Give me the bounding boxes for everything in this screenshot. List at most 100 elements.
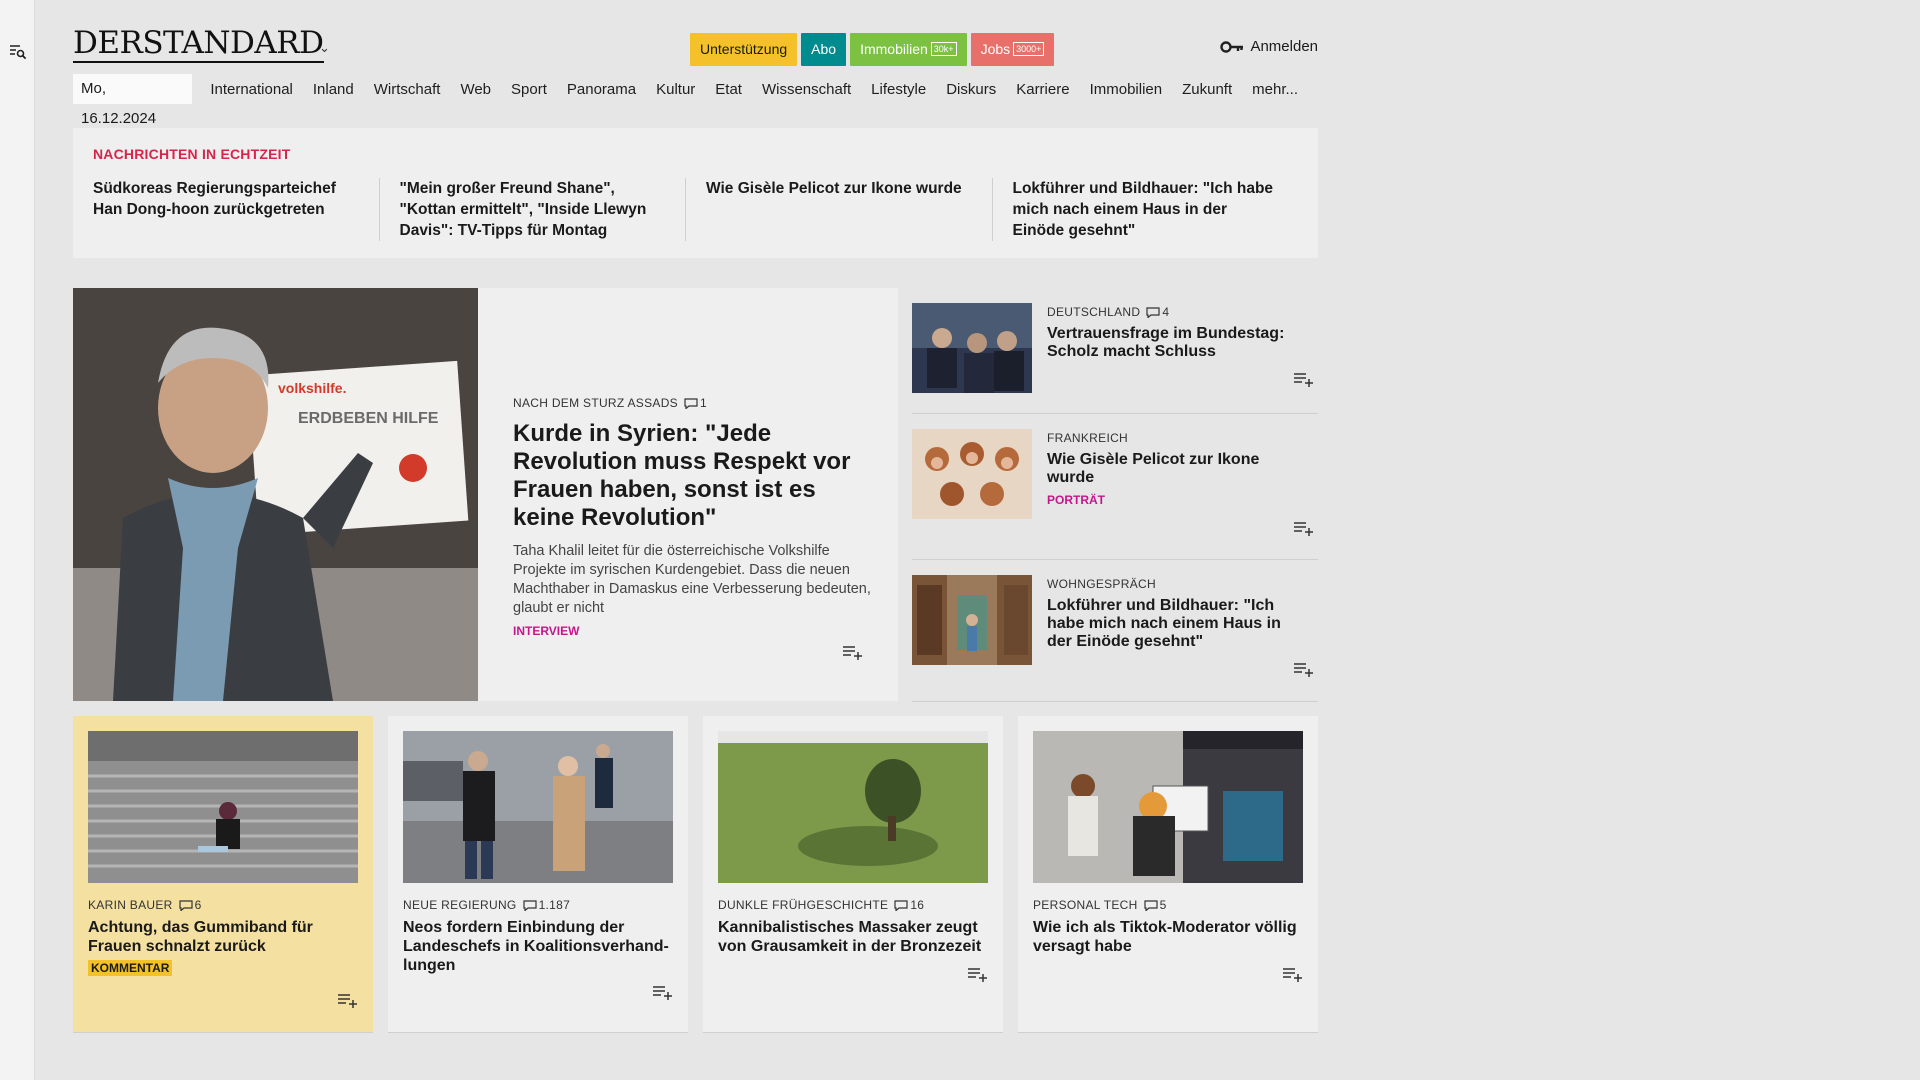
card-kicker: KARIN BAUER 6 [88, 898, 358, 912]
immobilien-button[interactable]: Immobilien 30k+ [850, 33, 967, 66]
current-date: Mo, 16.12.2024 [73, 74, 193, 127]
side-article[interactable]: FRANKREICH Wie Gisèle Pelicot zur Ikone … [912, 414, 1318, 560]
hero-kicker: NACH DEM STURZ ASSADS 1 [513, 396, 873, 410]
side-article[interactable]: DEUTSCHLAND 4 Vertrauensfrage im Bundest… [912, 288, 1318, 414]
article-image[interactable] [88, 731, 358, 883]
article-thumbnail[interactable] [912, 303, 1032, 393]
card-tag: KOMMENTAR [88, 960, 173, 976]
card-kicker-label: DUNKLE FRÜHGESCHICHTE [718, 898, 889, 912]
card-title[interactable]: Wie ich als Tiktok-Moderator völlig vers… [1033, 918, 1303, 956]
comment-count-value: 1.187 [538, 898, 571, 912]
hero-text: NACH DEM STURZ ASSADS 1 Kurde in Syrien:… [513, 396, 873, 638]
support-button[interactable]: Unterstützung [690, 33, 798, 66]
nav-item-wissenschaft[interactable]: Wissenschaft [762, 81, 851, 98]
nav-item-karriere[interactable]: Karriere [1016, 81, 1069, 98]
nav-item-international[interactable]: International [210, 81, 293, 98]
card-text: NEUE REGIERUNG 1.187 Neos fordern Einbin… [403, 898, 673, 975]
article-thumbnail[interactable] [912, 429, 1032, 519]
comment-count[interactable]: 1 [684, 396, 707, 410]
comment-count-value: 6 [194, 898, 202, 912]
nav-item-lifestyle[interactable]: Lifestyle [871, 81, 926, 98]
card-title[interactable]: Achtung, das Gummiband für Frauen schnal… [88, 918, 358, 956]
article-image[interactable] [1033, 731, 1303, 883]
site-header: DERSTANDARD ⌄ Unterstützung Abo Immobili… [73, 0, 1318, 74]
nav-item-immobilien[interactable]: Immobilien [1090, 81, 1163, 98]
card-text: DUNKLE FRÜHGESCHICHTE 16 Kannibalistisch… [718, 898, 988, 956]
nav-item-zukunft[interactable]: Zukunft [1182, 81, 1232, 98]
comment-count[interactable]: 5 [1143, 898, 1167, 912]
login-label: Anmelden [1250, 38, 1318, 55]
hero-article[interactable]: volkshilfe. ERDBEBEN HILFE NACH DEM STUR… [73, 288, 898, 701]
side-title[interactable]: Vertrauensfrage im Bundestag: Scholz mac… [1047, 325, 1298, 361]
ticker-items: Südkoreas Regierungsparteichef Han Dong-… [93, 178, 1298, 241]
playlist-add-icon[interactable] [1294, 373, 1314, 387]
card-title[interactable]: Neos fordern Einbindung der Landeschefs … [403, 918, 673, 975]
side-text: WOHNGESPRÄCH Lokführer und Bildhauer: "I… [1047, 577, 1298, 651]
comment-count[interactable]: 4 [1146, 305, 1169, 319]
top-buttons: Unterstützung Abo Immobilien 30k+ Jobs 300… [690, 33, 1055, 66]
side-title[interactable]: Wie Gisèle Pelicot zur Ikone wurde [1047, 451, 1298, 487]
playlist-add-icon[interactable] [1294, 663, 1314, 677]
ticker-item[interactable]: Lokführer und Bildhauer: "Ich habe mich … [991, 178, 1299, 241]
article-image[interactable] [403, 731, 673, 883]
article-card[interactable]: DUNKLE FRÜHGESCHICHTE 16 Kannibalistisch… [703, 716, 1003, 1033]
immobilien-badge: 30k+ [930, 42, 957, 56]
article-card[interactable]: PERSONAL TECH 5 Wie ich als Tiktok-Moder… [1018, 716, 1318, 1033]
site-logo[interactable]: DERSTANDARD [73, 26, 324, 63]
side-kicker-label: WOHNGESPRÄCH [1047, 577, 1156, 591]
search-menu-icon[interactable] [8, 42, 28, 62]
side-text: FRANKREICH Wie Gisèle Pelicot zur Ikone … [1047, 431, 1298, 507]
comment-icon [1143, 899, 1158, 911]
nav-item-diskurs[interactable]: Diskurs [946, 81, 996, 98]
nav-item-wirtschaft[interactable]: Wirtschaft [374, 81, 441, 98]
side-kicker-label: DEUTSCHLAND [1047, 305, 1141, 319]
article-card[interactable]: KARIN BAUER 6 Achtung, das Gummiband für… [73, 716, 373, 1033]
comment-count-value: 16 [910, 898, 925, 912]
nav-item-etat[interactable]: Etat [715, 81, 742, 98]
side-tag: PORTRÄT [1047, 493, 1105, 507]
comment-count[interactable]: 1.187 [522, 898, 571, 912]
playlist-add-icon[interactable] [653, 986, 673, 1000]
article-image[interactable] [718, 731, 988, 883]
ticker-item[interactable]: "Mein großer Freund Shane", "Kottan ermi… [378, 178, 686, 241]
playlist-add-icon[interactable] [1283, 968, 1303, 982]
login-button[interactable]: Anmelden [1220, 38, 1318, 55]
playlist-add-icon[interactable] [1294, 522, 1314, 536]
hero-tag: INTERVIEW [513, 624, 580, 638]
nav-item-kultur[interactable]: Kultur [656, 81, 695, 98]
side-kicker: FRANKREICH [1047, 431, 1298, 445]
hero-image[interactable]: volkshilfe. ERDBEBEN HILFE [73, 288, 478, 701]
sign-text: volkshilfe. [278, 380, 346, 396]
nav-item-sport[interactable]: Sport [511, 81, 547, 98]
hero-kicker-label: NACH DEM STURZ ASSADS [513, 396, 678, 410]
side-title[interactable]: Lokführer und Bildhauer: "Ich habe mich … [1047, 597, 1298, 651]
ticker-item[interactable]: Südkoreas Regierungsparteichef Han Dong-… [93, 178, 379, 241]
jobs-label: Jobs [980, 41, 1011, 57]
comment-count[interactable]: 6 [179, 898, 202, 912]
card-kicker-label: PERSONAL TECH [1033, 898, 1138, 912]
comment-icon [179, 899, 193, 911]
card-kicker: PERSONAL TECH 5 [1033, 898, 1303, 912]
comment-icon [894, 899, 908, 911]
nav-item-more[interactable]: mehr... [1252, 81, 1298, 98]
jobs-button[interactable]: Jobs 3000+ [970, 33, 1055, 66]
playlist-add-icon[interactable] [968, 968, 988, 982]
ticker-item[interactable]: Wie Gisèle Pelicot zur Ikone wurde [685, 178, 992, 241]
article-thumbnail[interactable] [912, 575, 1032, 665]
comment-icon [522, 899, 537, 911]
side-article[interactable]: WOHNGESPRÄCH Lokführer und Bildhauer: "I… [912, 560, 1318, 702]
section-nav: Mo, 16.12.2024 International Inland Wirt… [73, 74, 1318, 127]
card-title[interactable]: Kannibalistisches Massaker zeugt von Gra… [718, 918, 988, 956]
ticker-title[interactable]: NACHRICHTEN IN ECHTZEIT [93, 146, 290, 162]
hero-title[interactable]: Kurde in Syrien: "Jede Revolution muss R… [513, 420, 873, 532]
playlist-add-icon[interactable] [338, 994, 358, 1008]
article-card[interactable]: NEUE REGIERUNG 1.187 Neos fordern Einbin… [388, 716, 688, 1033]
abo-button[interactable]: Abo [801, 33, 847, 66]
nav-item-panorama[interactable]: Panorama [567, 81, 636, 98]
nav-item-inland[interactable]: Inland [313, 81, 354, 98]
playlist-add-icon[interactable] [843, 646, 863, 660]
nav-item-web[interactable]: Web [460, 81, 491, 98]
chevron-down-icon[interactable]: ⌄ [319, 40, 330, 56]
comment-count[interactable]: 16 [894, 898, 924, 912]
hero-lead: Taha Khalil leitet für die österreichisc… [513, 543, 871, 616]
